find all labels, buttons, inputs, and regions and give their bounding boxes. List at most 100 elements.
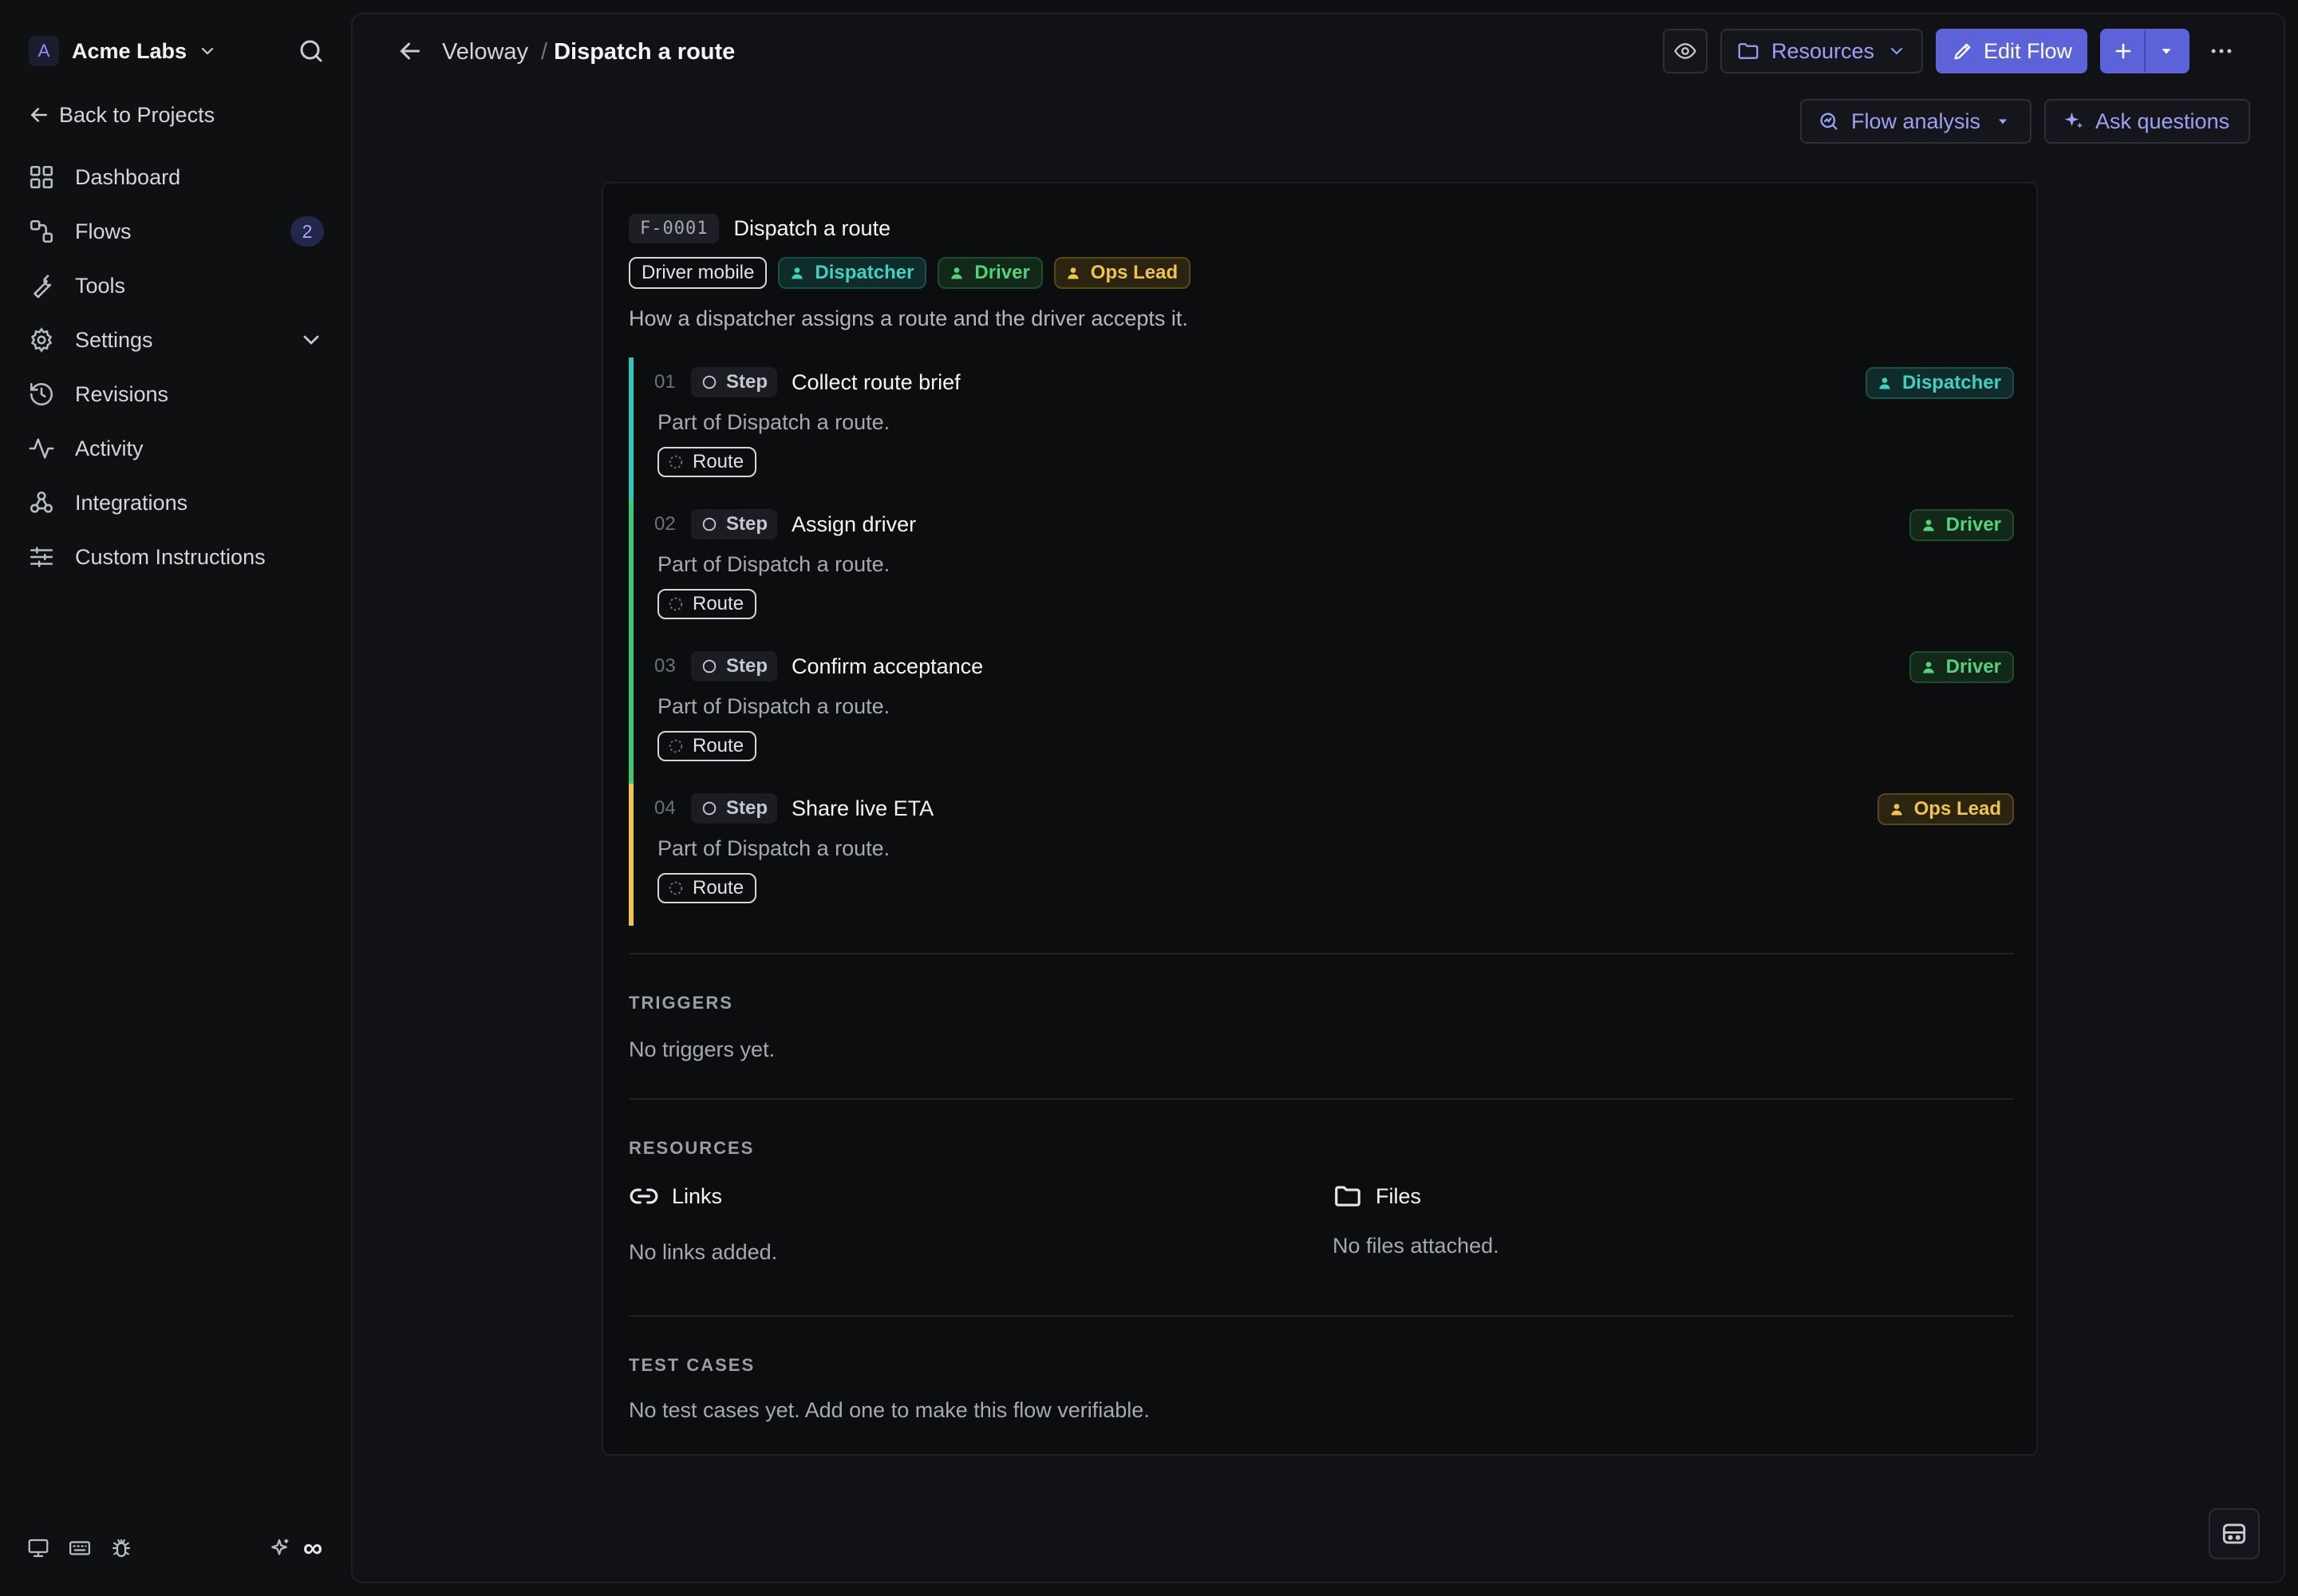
- step-name: Share live ETA: [792, 796, 934, 820]
- assistant-button[interactable]: [2209, 1508, 2260, 1559]
- webhook-icon: [27, 488, 56, 517]
- section-divider: [629, 953, 2014, 954]
- links-title: Links: [672, 1183, 723, 1208]
- link-icon: [630, 1188, 658, 1204]
- step-number: 01: [654, 371, 676, 393]
- user-icon: [1922, 519, 1934, 531]
- sidebar-item-integrations[interactable]: Integrations: [27, 476, 324, 530]
- step-role-badge: Driver: [1909, 651, 2014, 683]
- route-tag: Route: [657, 731, 757, 761]
- chevron-down-icon[interactable]: [298, 327, 324, 353]
- section-divider: [629, 1098, 2014, 1100]
- sidebar-item-flows[interactable]: Flows 2: [27, 204, 324, 259]
- sidebar-item-dashboard[interactable]: Dashboard: [27, 150, 324, 204]
- platform-tag: Driver mobile: [629, 257, 768, 289]
- workspace-switcher[interactable]: A Acme Labs: [29, 34, 217, 69]
- flows-icon: [27, 217, 56, 246]
- user-icon: [1879, 377, 1890, 389]
- step-role-badge: Ops Lead: [1877, 793, 2014, 825]
- step-description: Part of Dispatch a route.: [657, 410, 890, 434]
- gear-icon: [27, 326, 56, 354]
- step-item[interactable]: 02 Step Assign driver Part of Dispatch a…: [629, 500, 2014, 642]
- sidebar-item-label: Integrations: [75, 490, 188, 515]
- circle-icon: [702, 517, 717, 531]
- role-label: Driver: [1945, 656, 2001, 678]
- edit-flow-label: Edit Flow: [1984, 38, 2073, 63]
- test-cases-empty-text: No test cases yet. Add one to make this …: [629, 1398, 1150, 1422]
- step-type-pill: Step: [691, 367, 778, 397]
- sidebar-item-revisions[interactable]: Revisions: [27, 367, 324, 421]
- route-tag: Route: [657, 873, 757, 903]
- back-to-projects-link[interactable]: Back to Projects: [27, 99, 215, 131]
- user-icon: [951, 267, 963, 279]
- breadcrumb-project[interactable]: Veloway: [442, 39, 528, 65]
- triggers-heading: TRIGGERS: [629, 993, 733, 1013]
- circle-icon: [702, 659, 717, 674]
- monitor-icon[interactable]: [24, 1534, 53, 1562]
- triggers-empty-text: No triggers yet.: [629, 1037, 776, 1061]
- preview-button[interactable]: [1663, 29, 1708, 73]
- dashed-circle-icon: [669, 597, 683, 611]
- resources-dropdown[interactable]: Resources: [1720, 29, 1923, 73]
- sidebar-nav: Dashboard Flows 2 Tools Settings Revisio…: [27, 150, 324, 584]
- route-tag-label: Route: [693, 877, 744, 899]
- step-item[interactable]: 01 Step Collect route brief Part of Disp…: [629, 358, 2014, 500]
- route-tag-label: Route: [693, 451, 744, 472]
- sidebar-item-label: Dashboard: [75, 164, 181, 189]
- step-type-label: Step: [726, 797, 768, 819]
- ask-questions-button[interactable]: Ask questions: [2044, 99, 2250, 144]
- step-name: Assign driver: [792, 512, 917, 536]
- sidebar-item-label: Revisions: [75, 381, 169, 406]
- step-list: 01 Step Collect route brief Part of Disp…: [629, 358, 2014, 926]
- user-icon: [1890, 804, 1902, 816]
- route-tag: Route: [657, 447, 757, 477]
- sparkle-icon: [2064, 112, 2083, 128]
- sliders-icon: [27, 543, 56, 571]
- step-type-pill: Step: [691, 793, 778, 824]
- wrench-icon: [27, 271, 56, 300]
- role-label: Driver: [974, 262, 1030, 283]
- flow-analysis-dropdown[interactable]: Flow analysis: [1800, 99, 2031, 144]
- sidebar-item-custom-instructions[interactable]: Custom Instructions: [27, 530, 324, 584]
- sidebar-item-activity[interactable]: Activity: [27, 421, 324, 476]
- sidebar-item-label: Flows: [75, 219, 132, 243]
- infinity-icon[interactable]: ∞: [298, 1533, 327, 1563]
- more-options-button[interactable]: [2204, 35, 2239, 67]
- dashed-circle-icon: [669, 739, 683, 753]
- route-tag: Route: [657, 589, 757, 619]
- edit-flow-button[interactable]: Edit Flow: [1936, 29, 2087, 73]
- sparkle-icon[interactable]: [265, 1534, 294, 1562]
- step-header: 03 Step Confirm acceptance: [654, 650, 983, 683]
- user-icon: [1922, 662, 1934, 674]
- sidebar-item-label: Custom Instructions: [75, 544, 266, 569]
- ask-questions-label: Ask questions: [2095, 109, 2230, 133]
- step-item[interactable]: 03 Step Confirm acceptance Part of Dispa…: [629, 642, 2014, 784]
- arrow-left-icon[interactable]: [396, 37, 424, 65]
- sidebar-item-tools[interactable]: Tools: [27, 259, 324, 313]
- dashed-circle-icon: [669, 455, 683, 469]
- search-analysis-icon: [1820, 113, 1838, 130]
- step-role-badge: Dispatcher: [1865, 367, 2014, 399]
- flow-title: Dispatch a route: [733, 215, 891, 240]
- step-item[interactable]: 04 Step Share live ETA Part of Dispatch …: [629, 784, 2014, 926]
- add-button[interactable]: [2102, 30, 2144, 72]
- breadcrumb-separator: /: [541, 38, 548, 65]
- flow-analysis-label: Flow analysis: [1851, 109, 1981, 133]
- step-type-label: Step: [726, 655, 768, 677]
- role-badge-dispatcher: Dispatcher: [778, 257, 927, 289]
- sidebar-item-settings[interactable]: Settings: [27, 313, 324, 367]
- eye-icon: [1674, 43, 1696, 59]
- keyboard-icon[interactable]: [65, 1534, 94, 1562]
- sidebar-item-label: Settings: [75, 327, 153, 352]
- add-menu-button[interactable]: [2146, 30, 2188, 72]
- role-label: Ops Lead: [1913, 798, 2001, 820]
- search-icon[interactable]: [297, 37, 326, 65]
- folder-icon: [1738, 43, 1759, 59]
- step-description: Part of Dispatch a route.: [657, 552, 890, 576]
- test-cases-heading: TEST CASES: [629, 1355, 756, 1375]
- user-icon: [1068, 267, 1079, 279]
- files-heading: Files: [1333, 1181, 1421, 1211]
- bug-icon[interactable]: [107, 1534, 136, 1562]
- back-to-projects-label: Back to Projects: [59, 102, 215, 127]
- folder-icon: [1335, 1186, 1360, 1207]
